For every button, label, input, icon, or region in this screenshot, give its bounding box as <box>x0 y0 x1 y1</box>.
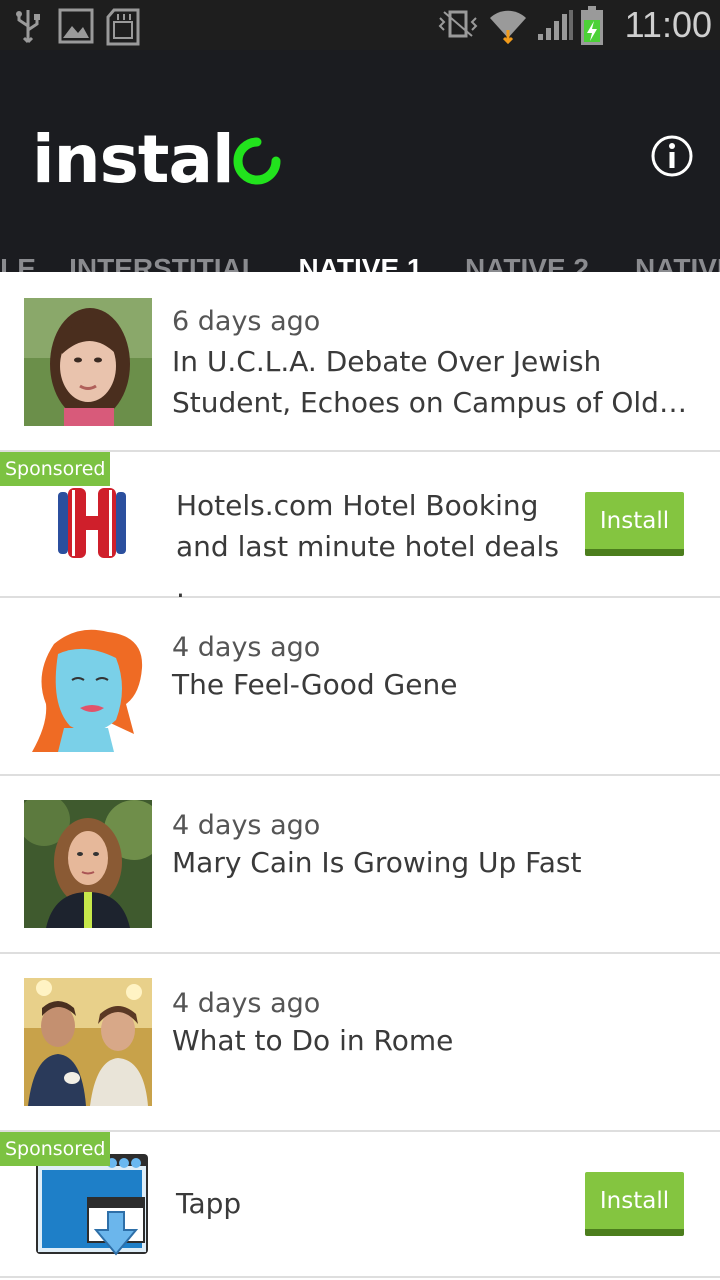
tapp-app-icon <box>36 1154 148 1256</box>
sponsored-badge: Sponsored <box>0 1132 111 1166</box>
list-item[interactable]: 4 days ago What to Do in Rome <box>0 954 720 1132</box>
image-icon <box>58 8 94 44</box>
wifi-icon <box>490 10 526 44</box>
sponsored-list-item[interactable]: Sponsored Hotels.com Hotel Booking and l… <box>0 452 720 604</box>
article-title-line-1: Mary Cain Is Growing Up Fast <box>172 846 582 879</box>
feed-list: 6 days ago In U.C.L.A. Debate Over Jewis… <box>0 272 720 1280</box>
article-thumbnail <box>24 624 152 752</box>
article-date: 4 days ago <box>172 632 321 663</box>
info-icon[interactable] <box>650 134 694 178</box>
ad-title-line-1: Hotels.com Hotel Booking <box>176 489 539 522</box>
article-title-line-1: The Feel-Good Gene <box>172 668 458 701</box>
article-title-line-1: In U.C.L.A. Debate Over Jewish <box>172 345 602 378</box>
article-date: 4 days ago <box>172 988 321 1019</box>
article-thumbnail <box>24 298 152 426</box>
sponsored-badge: Sponsored <box>0 452 111 486</box>
hotels-logo-icon <box>58 488 126 558</box>
status-time: 11:00 <box>624 4 712 45</box>
vibrate-icon <box>438 10 478 38</box>
article-thumbnail <box>24 978 152 1106</box>
list-item[interactable]: 4 days ago Mary Cain Is Growing Up Fast <box>0 776 720 954</box>
sponsored-list-item[interactable]: Sponsored Tapp Install <box>0 1132 720 1278</box>
logo-ring-icon <box>233 137 281 185</box>
install-button[interactable]: Install <box>585 492 684 556</box>
ad-title-line-2: and last minute hotel deals . <box>176 530 559 604</box>
ad-title-line-1: Tapp <box>176 1187 242 1220</box>
app-bar: instal LE INTERSTITIAL NATIVE 1 NATIVE 2… <box>0 50 720 322</box>
article-date: 4 days ago <box>172 810 321 841</box>
status-bar: 11:00 <box>0 0 720 50</box>
article-title-line-2: Student, Echoes on Campus of Old… <box>172 386 687 419</box>
signal-icon <box>538 10 573 40</box>
usb-icon <box>16 10 40 44</box>
list-item[interactable]: 4 days ago The Feel-Good Gene <box>0 598 720 776</box>
battery-charging-icon <box>581 6 603 45</box>
article-thumbnail <box>24 800 152 928</box>
list-item[interactable]: 6 days ago In U.C.L.A. Debate Over Jewis… <box>0 272 720 452</box>
article-title-line-1: What to Do in Rome <box>172 1024 454 1057</box>
logo-text: instal <box>32 121 235 198</box>
article-date: 6 days ago <box>172 306 321 337</box>
sd-card-icon <box>106 8 140 46</box>
install-button[interactable]: Install <box>585 1172 684 1236</box>
